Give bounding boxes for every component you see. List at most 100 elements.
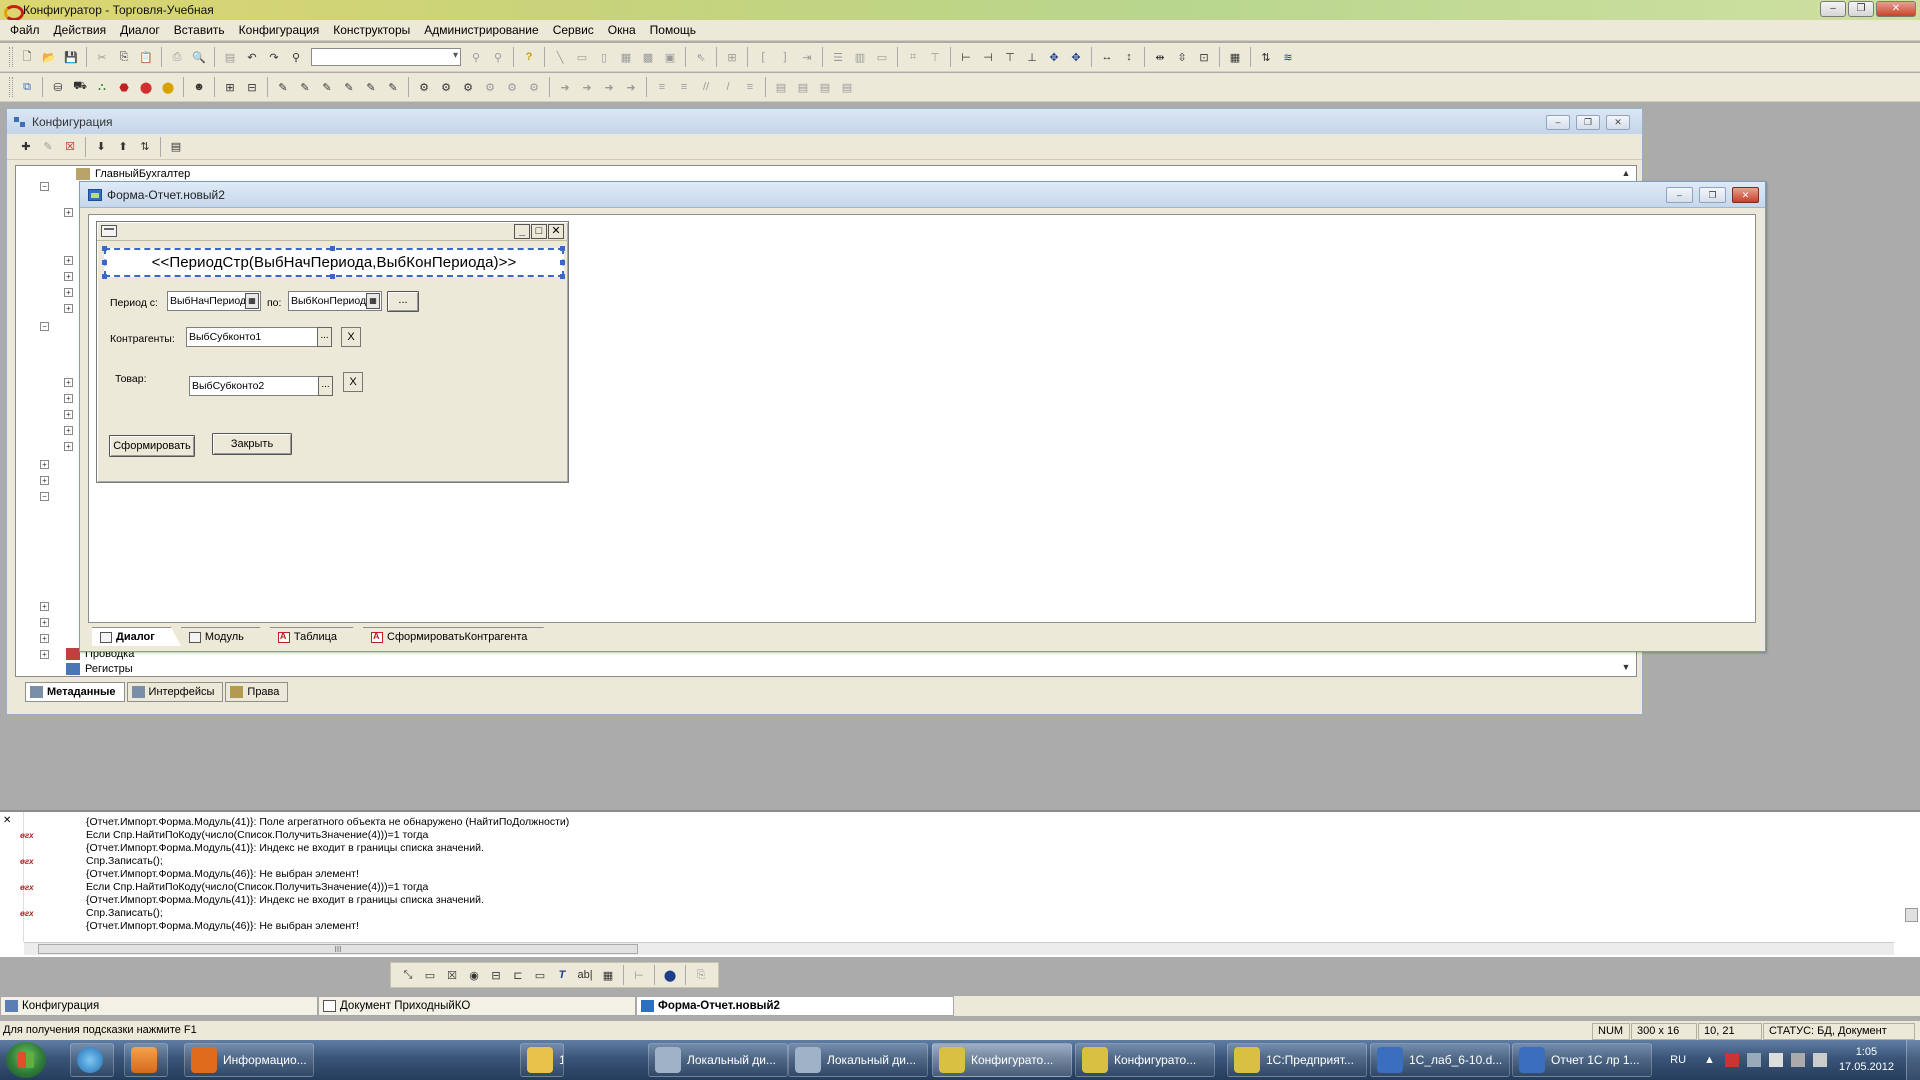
selection-handle[interactable] <box>560 246 565 251</box>
tree-expand-icon[interactable]: + <box>64 378 73 387</box>
run-config-icon[interactable]: ⛟ <box>71 78 89 96</box>
horizontal-scrollbar[interactable]: III <box>24 942 1894 955</box>
indent-icon[interactable]: ⇥ <box>798 48 816 66</box>
tree-collapse-icon[interactable]: − <box>40 182 49 191</box>
space-vertical-icon[interactable]: ⇳ <box>1173 48 1191 66</box>
form-design-canvas[interactable]: _ □ ✕ <<ПериодСтр(ВыбНачПериода,ВыбКонПе… <box>88 214 1756 623</box>
tab-dialog[interactable]: Диалог <box>92 627 181 646</box>
selection-handle[interactable] <box>102 260 107 265</box>
tree-expand-icon[interactable]: + <box>64 288 73 297</box>
menu-dialog[interactable]: Диалог <box>113 20 167 41</box>
code-2-icon[interactable]: ≡ <box>675 78 693 96</box>
taskbar-app-button[interactable]: Конфигурато... <box>932 1043 1072 1077</box>
monitor-icon[interactable]: ⬤ <box>159 78 177 96</box>
same-width-icon[interactable]: ↔ <box>1098 48 1116 66</box>
list-tool-icon[interactable]: ⊏ <box>509 966 527 984</box>
select-tool-icon[interactable]: ⤡ <box>399 966 417 984</box>
wizard-5-icon[interactable]: ✎ <box>362 78 380 96</box>
message-line[interactable]: {Отчет.Импорт.Форма.Модуль(41)}: Индекс … <box>86 894 484 906</box>
show-desktop-button[interactable] <box>1906 1040 1920 1080</box>
scroll-up-icon[interactable]: ▲ <box>1620 168 1632 180</box>
save-icon[interactable]: 💾 <box>62 48 80 66</box>
align-right-icon[interactable]: ⊣ <box>979 48 997 66</box>
menu-configuration[interactable]: Конфигурация <box>232 20 327 41</box>
menu-designers[interactable]: Конструкторы <box>326 20 417 41</box>
taskbar-app-button[interactable]: Локальный ди... <box>788 1043 928 1077</box>
debug-2-icon[interactable]: ⚙ <box>437 78 455 96</box>
selection-handle[interactable] <box>560 260 565 265</box>
report-designer-icon[interactable]: ⊟ <box>243 78 261 96</box>
taskbar-app-button[interactable]: 1С <box>520 1043 564 1077</box>
redo-icon[interactable]: ↷ <box>265 48 283 66</box>
tree-expand-icon[interactable]: + <box>64 394 73 403</box>
dialog-close-button[interactable]: ✕ <box>548 224 564 239</box>
taskbar-app-button[interactable]: 1С_лаб_6-10.d... <box>1370 1043 1510 1077</box>
window-tab-document[interactable]: Документ ПриходныйКО <box>318 996 636 1016</box>
picture-icon[interactable]: ▩ <box>639 48 657 66</box>
step-3-icon[interactable]: ➜ <box>600 78 618 96</box>
tray-flag-icon[interactable] <box>1768 1053 1783 1067</box>
line-icon[interactable]: ╲ <box>551 48 569 66</box>
align-left-icon[interactable]: ⊢ <box>957 48 975 66</box>
tree-expand-icon[interactable]: + <box>40 460 49 469</box>
period-header-text[interactable]: <<ПериодСтр(ВыбНачПериода,ВыбКонПериода)… <box>104 248 564 277</box>
start-button[interactable] <box>6 1042 46 1078</box>
tree-expand-icon[interactable]: + <box>64 426 73 435</box>
tab-interfaces[interactable]: Интерфейсы <box>126 682 224 702</box>
form-editor-minimize-button[interactable]: ‒ <box>1666 187 1693 203</box>
dialog-maximize-button[interactable]: □ <box>531 224 547 239</box>
print-icon[interactable]: ⎙ <box>168 48 186 66</box>
menu-service[interactable]: Сервис <box>546 20 601 41</box>
vertical-scrollbar[interactable] <box>1905 816 1918 936</box>
taskbar-ie-button[interactable] <box>70 1043 114 1077</box>
button-tool-icon[interactable]: ▭ <box>421 966 439 984</box>
tree-expand-icon[interactable]: + <box>40 618 49 627</box>
label-tool-icon[interactable]: T <box>553 966 571 984</box>
user-icon[interactable]: ☻ <box>190 78 208 96</box>
product-clear-button[interactable]: X <box>343 372 363 392</box>
minimize-button[interactable]: ‒ <box>1820 1 1846 17</box>
dialog-preview[interactable]: _ □ ✕ <<ПериодСтр(ВыбНачПериода,ВыбКонПе… <box>96 221 569 483</box>
replace-icon[interactable]: ⚲ <box>489 48 507 66</box>
tray-volume-icon[interactable] <box>1812 1053 1827 1067</box>
bracket-close-icon[interactable]: ] <box>776 48 794 66</box>
selection-handle[interactable] <box>330 274 335 279</box>
frame-icon[interactable]: ▯ <box>595 48 613 66</box>
undo-icon[interactable]: ↶ <box>243 48 261 66</box>
paste-icon[interactable]: 📋 <box>137 48 155 66</box>
selection-handle[interactable] <box>330 246 335 251</box>
tree-item[interactable]: ГлавныйБухгалтер <box>76 168 190 180</box>
find-next-icon[interactable]: ⚲ <box>467 48 485 66</box>
debug-3-icon[interactable]: ⚙ <box>459 78 477 96</box>
delete-object-icon[interactable]: ☒ <box>61 138 79 156</box>
same-size-icon[interactable]: ⊡ <box>1195 48 1213 66</box>
message-line[interactable]: {Отчет.Импорт.Форма.Модуль(41)}: Поле аг… <box>86 816 569 828</box>
save-config-icon[interactable]: ⛁ <box>49 78 67 96</box>
form-editor-restore-button[interactable]: ❐ <box>1699 187 1726 203</box>
dialog-minimize-button[interactable]: _ <box>514 224 530 239</box>
configuration-close-button[interactable]: ✕ <box>1606 115 1630 130</box>
align-top-icon[interactable]: ⊤ <box>1001 48 1019 66</box>
tree-expand-icon[interactable]: + <box>64 304 73 313</box>
taskbar-media-button[interactable] <box>124 1043 168 1077</box>
step-2-icon[interactable]: ➜ <box>578 78 596 96</box>
clock[interactable]: 1:05 17.05.2012 <box>1839 1045 1894 1075</box>
grid-icon[interactable]: ⊞ <box>723 48 741 66</box>
tree-expand-icon[interactable]: + <box>40 476 49 485</box>
fill-icon[interactable]: ▦ <box>617 48 635 66</box>
configuration-restore-button[interactable]: ❐ <box>1576 115 1600 130</box>
rectangle-icon[interactable]: ▭ <box>573 48 591 66</box>
tree-expand-icon[interactable]: + <box>40 602 49 611</box>
table-tool-icon[interactable]: ▦ <box>599 966 617 984</box>
wizard-6-icon[interactable]: ✎ <box>384 78 402 96</box>
bracket-open-icon[interactable]: [ <box>754 48 772 66</box>
sort-icon[interactable]: ⇅ <box>136 138 154 156</box>
checkbox-tool-icon[interactable]: ☒ <box>443 966 461 984</box>
frame-tool-icon[interactable]: ▭ <box>531 966 549 984</box>
tree-expand-icon[interactable]: + <box>40 634 49 643</box>
move-up-icon[interactable]: ⬆ <box>114 138 132 156</box>
bookmark-3-icon[interactable]: ▤ <box>816 78 834 96</box>
wizard-3-icon[interactable]: ✎ <box>318 78 336 96</box>
tab-module[interactable]: Модуль <box>181 627 270 646</box>
close-panel-icon[interactable]: ✕ <box>3 815 11 826</box>
